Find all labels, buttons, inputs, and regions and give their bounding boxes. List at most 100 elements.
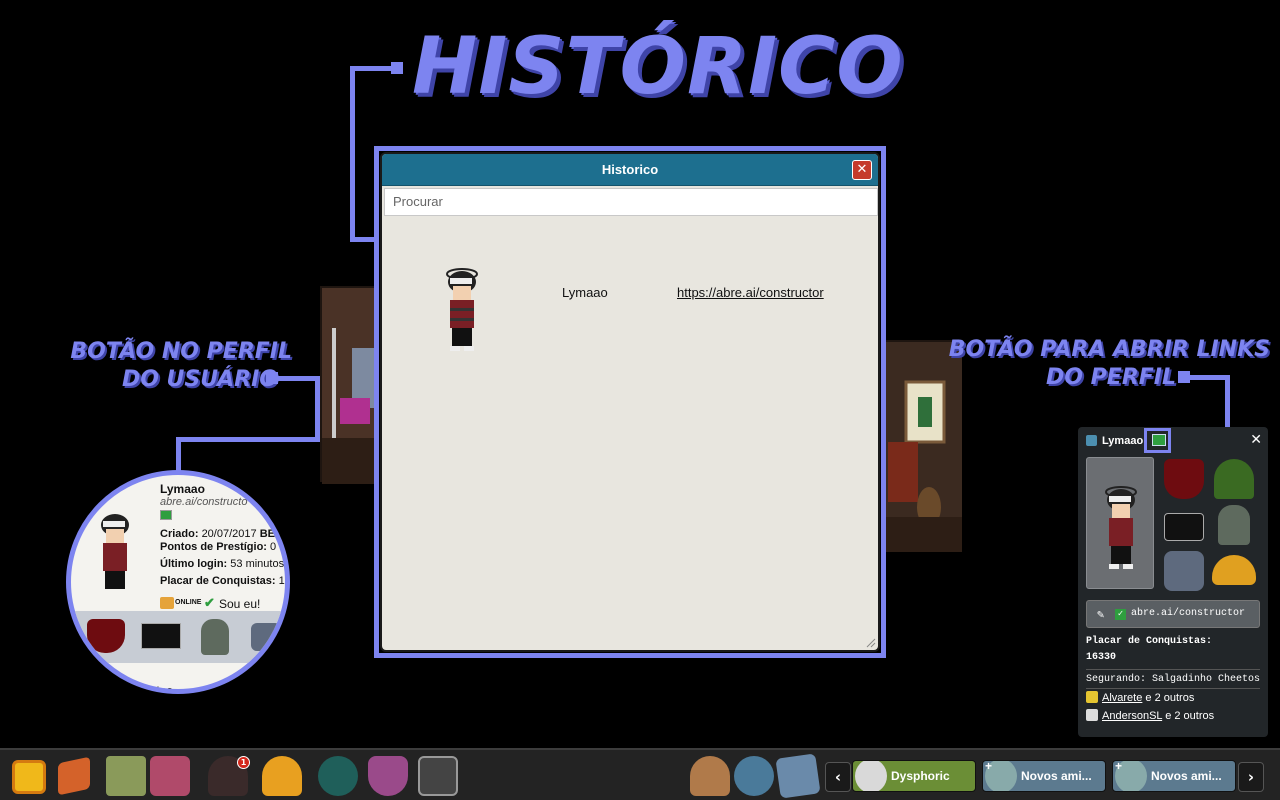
builder-icon[interactable] xyxy=(150,756,190,796)
zoomed-created-label: Criado: xyxy=(160,528,199,540)
chevron-left-icon[interactable]: ‹ xyxy=(825,762,851,792)
zoomed-achievements: Placar de Conquistas: 163 xyxy=(160,575,285,587)
history-window-title: Historico xyxy=(601,162,659,177)
profile-avatar xyxy=(1086,457,1154,589)
title-connector-v xyxy=(350,66,355,242)
effects-icon[interactable] xyxy=(318,756,358,796)
stone-badge-icon[interactable] xyxy=(1164,551,1204,591)
chevron-right-icon[interactable]: › xyxy=(1238,762,1264,792)
notification-badge: 1 xyxy=(237,756,250,769)
csi-badge-icon xyxy=(141,623,181,649)
profile-divider xyxy=(1086,669,1260,670)
hat-badge-icon[interactable] xyxy=(1212,555,1256,585)
callout-profile-line2: DO USUÁRIO xyxy=(121,367,278,392)
zoomed-profile-name: Lymaao xyxy=(160,482,205,496)
profile-user-icon xyxy=(1086,435,1097,446)
pencil-icon: ✎ xyxy=(1097,608,1105,622)
catalog-icon[interactable] xyxy=(106,756,146,796)
profile-friend-suffix: e 2 outros xyxy=(1165,710,1215,722)
title-connector-h xyxy=(350,66,394,71)
zoomed-last-login: Último login: 53 minutos xyxy=(160,558,284,570)
zoomed-check-icon: ✔ xyxy=(204,595,215,610)
callout-profile-line-v2 xyxy=(176,437,181,473)
add-friend-icon: + xyxy=(1115,761,1147,791)
zoomed-last-login-value: 53 minutos xyxy=(230,558,285,570)
profile-holding: Segurando: Salgadinho Cheetos xyxy=(1086,674,1261,685)
zoomed-created-suffix: BE xyxy=(259,528,275,540)
profile-friend-item: Alvarete e 2 outros xyxy=(1086,691,1194,704)
zoomed-profile-motto: abre.ai/constructo xyxy=(160,496,248,508)
chat-tab[interactable]: + Novos ami... xyxy=(982,760,1106,792)
csi-badge-icon[interactable] xyxy=(1164,513,1204,541)
history-row[interactable]: Lymaao https://abre.ai/constructor xyxy=(382,254,878,354)
camera-icon[interactable] xyxy=(418,756,458,796)
hood-badge-icon xyxy=(201,619,229,655)
zoomed-prestige: Pontos de Prestígio: 0 xyxy=(160,541,276,553)
chat-tab[interactable]: + Novos ami... xyxy=(1112,760,1236,792)
zoomed-online-label: ONLINE xyxy=(175,599,202,606)
zoomed-created: Criado: 20/07/2017 BE xyxy=(160,528,275,540)
history-row-link[interactable]: https://abre.ai/constructor xyxy=(677,285,824,300)
profile-friend-link[interactable]: Alvarete xyxy=(1102,692,1142,704)
search-input[interactable]: Procurar xyxy=(384,188,878,216)
zoomed-achievements-label: Placar de Conquistas: xyxy=(160,575,276,587)
profile-avatar-icon xyxy=(1105,486,1137,569)
dragon-badge-icon[interactable] xyxy=(1164,459,1204,499)
profile-friend-item: AndersonSL e 2 outros xyxy=(1086,709,1214,722)
title-connector-h2 xyxy=(350,237,376,242)
callout-profile-line-v xyxy=(315,376,320,442)
zoomed-last-login-label: Último login: xyxy=(160,558,228,570)
profile-url-button[interactable]: ✎ ✓ abre.ai/constructor xyxy=(1086,600,1260,628)
zoomed-link-icon[interactable] xyxy=(160,510,172,520)
zoomed-me-label: Sou eu! xyxy=(219,597,261,611)
habbo-home-icon[interactable] xyxy=(12,760,46,794)
construction-icon[interactable] xyxy=(262,756,302,796)
check-icon: ✓ xyxy=(1115,609,1126,620)
chat-tab-label: Dysphoric xyxy=(891,769,950,783)
callout-links-button: BOTÃO PARA ABRIR LINKS DO PERFIL xyxy=(930,336,1270,392)
profile-friend-link[interactable]: AndersonSL xyxy=(1102,710,1162,722)
friends-icon[interactable] xyxy=(690,756,730,796)
drinks-icon[interactable] xyxy=(368,756,408,796)
callout-profile-button: BOTÃO NO PERFIL DO USUÁRIO xyxy=(40,338,292,394)
links-button-highlight xyxy=(1144,428,1171,453)
skull-icon xyxy=(1086,709,1098,721)
callout-links-line-h xyxy=(1186,375,1230,380)
close-button[interactable]: ✕ xyxy=(852,160,872,180)
zoomed-achievements-value: 163 xyxy=(278,575,285,587)
user-avatar-icon xyxy=(446,268,478,351)
profile-url-text: abre.ai/constructor xyxy=(1131,608,1246,619)
resize-handle-icon[interactable] xyxy=(866,638,876,648)
room-left-art xyxy=(322,288,382,484)
notes-icon[interactable] xyxy=(775,753,821,799)
chat-tab[interactable]: Dysphoric xyxy=(852,760,976,792)
profile-close-button[interactable]: ✕ xyxy=(1250,432,1262,448)
rooms-icon[interactable] xyxy=(58,756,90,796)
history-window-titlebar[interactable]: Historico ✕ xyxy=(382,154,878,186)
profile-title: Lymaao xyxy=(1102,435,1144,447)
profile-achievements-value: 16330 xyxy=(1086,652,1117,663)
page-title: HISTÓRICO xyxy=(412,22,904,112)
bottom-toolbar: 1 ‹ Dysphoric + Novos ami... + Novos ami… xyxy=(0,748,1280,800)
zoomed-bottom-fragment: stos xyxy=(150,685,173,694)
zoomed-created-value: 20/07/2017 xyxy=(201,528,257,540)
zoomed-profile-circle: Lymaao abre.ai/constructo Criado: 20/07/… xyxy=(66,470,290,694)
online-badge-icon xyxy=(160,597,174,609)
callout-profile-line-h xyxy=(274,376,320,381)
callout-links-line1: BOTÃO PARA ABRIR LINKS xyxy=(948,337,1270,362)
history-row-name: Lymaao xyxy=(562,285,608,300)
friend-face-icon xyxy=(855,761,887,791)
callout-profile-line1: BOTÃO NO PERFIL xyxy=(70,339,292,364)
smile-icon xyxy=(1086,691,1098,703)
chat-tab-label: Novos ami... xyxy=(1151,769,1222,783)
stone-badge-icon xyxy=(251,623,281,651)
hood-badge-icon[interactable] xyxy=(1218,505,1250,545)
chat-tab-label: Novos ami... xyxy=(1021,769,1092,783)
zoomed-badges-strip xyxy=(71,611,285,663)
zoomed-profile-content: Lymaao abre.ai/constructo Criado: 20/07/… xyxy=(71,475,285,694)
add-friend-icon: + xyxy=(985,761,1017,791)
plant-badge-icon[interactable] xyxy=(1214,459,1254,499)
profile-panel: Lymaao ✕ ✎ ✓ abre.ai/constructor Placar … xyxy=(1078,427,1268,737)
stage: HISTÓRICO BOTÃO NO PERFIL DO USUÁRIO BOT… xyxy=(0,0,1280,800)
search-friends-icon[interactable] xyxy=(734,756,774,796)
